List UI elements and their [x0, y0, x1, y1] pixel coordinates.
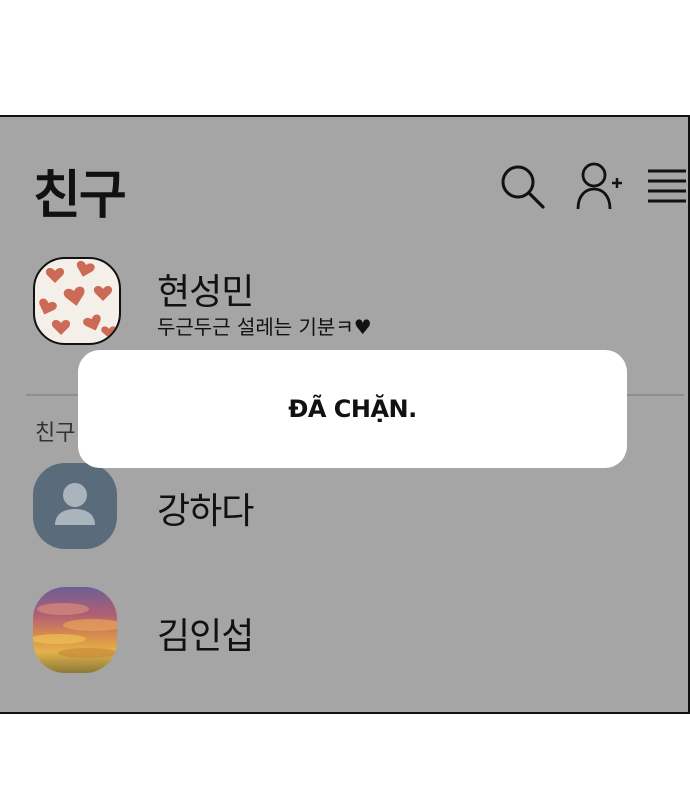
friend-name[interactable]: 김인섭: [157, 607, 254, 659]
profile-name[interactable]: 현성민: [157, 263, 254, 315]
default-person-icon[interactable]: [33, 463, 117, 549]
page-title: 친구: [33, 166, 127, 226]
toast-message: ĐÃ CHẶN.: [288, 395, 417, 423]
sunset-photo-avatar[interactable]: [33, 587, 117, 673]
menu-icon[interactable]: [646, 168, 688, 204]
profile-avatar[interactable]: [33, 257, 121, 345]
search-icon[interactable]: [499, 163, 545, 209]
add-friend-icon[interactable]: [574, 161, 624, 211]
friends-screen: 친구 현성민 두근두근 설레는 기분ㅋ♥ 친구 강하다 김인섭 ĐÃ CHẶN.: [0, 115, 690, 714]
section-label-friends: 친구: [35, 421, 76, 446]
blocked-toast: ĐÃ CHẶN.: [78, 350, 627, 468]
friend-name[interactable]: 강하다: [157, 482, 254, 534]
profile-status-message: 두근두근 설레는 기분ㅋ♥: [157, 315, 372, 339]
